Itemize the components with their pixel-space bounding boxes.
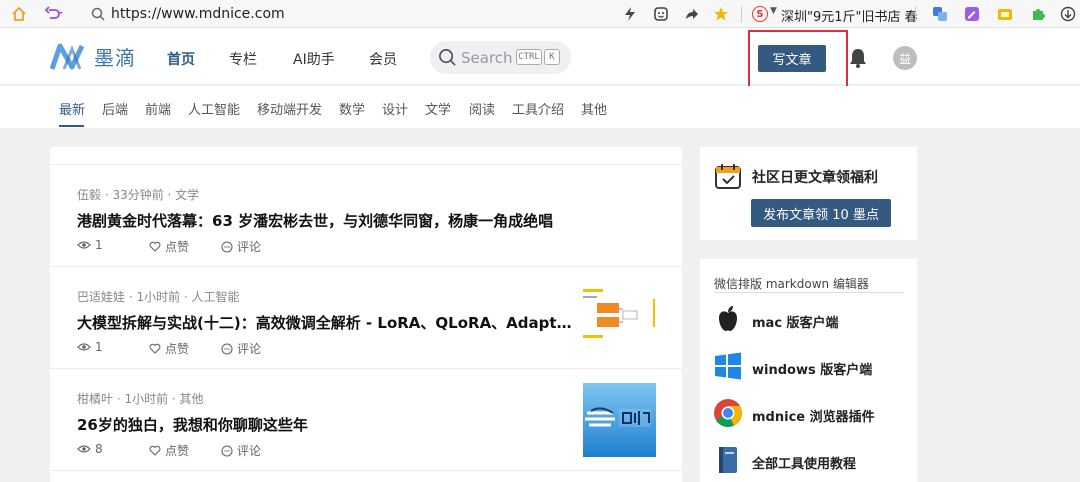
view-count: 8	[77, 442, 103, 456]
nav-columns[interactable]: 专栏	[229, 49, 257, 69]
heart-icon	[149, 241, 161, 252]
daily-post-promo: 社区日更文章领福利 发布文章领 10 墨点	[700, 147, 917, 240]
puzzle-icon[interactable]	[1028, 4, 1048, 24]
tool-mac-client[interactable]: mac 版客户端	[712, 303, 912, 337]
comment-button[interactable]: 评论	[221, 442, 261, 459]
kbd-ctrl: CTRL	[516, 49, 542, 65]
article-thumbnail[interactable]	[583, 281, 656, 355]
kbd-k: K	[544, 49, 560, 65]
toolbar-divider	[741, 6, 742, 22]
windows-icon	[712, 350, 744, 382]
eye-icon	[77, 343, 91, 351]
chevron-down-icon[interactable]: ▼	[770, 6, 777, 16]
category-tab[interactable]: 前端	[145, 99, 171, 118]
eye-icon	[77, 241, 91, 249]
publish-reward-button[interactable]: 发布文章领 10 墨点	[751, 199, 891, 227]
tool-browser-plugin[interactable]: mdnice 浏览器插件	[712, 397, 912, 431]
search-icon	[88, 4, 108, 24]
tool-windows-client[interactable]: windows 版客户端	[712, 350, 912, 384]
book-icon	[712, 444, 744, 476]
category-tab[interactable]: 工具介绍	[512, 99, 564, 118]
site-search[interactable]: Search CTRL K	[430, 41, 571, 74]
browser-toolbar: https://www.mdnice.com S ▼ 深圳"9元1斤"旧书店 春	[0, 0, 1080, 28]
logo-text: 墨滴	[94, 46, 136, 70]
category-tab[interactable]: 数学	[339, 99, 365, 118]
article-list: 伍毅 · 33分钟前 · 文学 港剧黄金时代落幕：63 岁潘宏彬去世，与刘德华同…	[50, 147, 682, 482]
tool-label: 全部工具使用教程	[752, 457, 857, 472]
tool-label: mdnice 浏览器插件	[752, 410, 875, 425]
category-bar: 最新 后端 前端 人工智能 移动端开发 数学 设计 文学 阅读 工具介绍 其他	[0, 86, 1080, 128]
comment-button[interactable]: 评论	[221, 238, 261, 255]
write-article-button[interactable]: 写文章	[758, 45, 826, 72]
heart-icon	[149, 445, 161, 456]
star-icon[interactable]	[711, 4, 731, 24]
like-button[interactable]: 点赞	[149, 442, 189, 459]
undo-icon[interactable]	[44, 4, 64, 24]
nav-home[interactable]: 首页	[167, 49, 195, 69]
article-title[interactable]: 26岁的独白，我想和你聊聊这些年	[77, 414, 577, 435]
divider	[714, 292, 904, 293]
promo-title: 社区日更文章领福利	[752, 170, 878, 186]
translate-icon[interactable]	[930, 4, 950, 24]
category-tab[interactable]: 设计	[382, 99, 408, 118]
like-button[interactable]: 点赞	[149, 340, 189, 357]
comment-icon	[221, 342, 233, 355]
nav-membership[interactable]: 会员	[369, 49, 397, 69]
edit-extension-icon[interactable]	[962, 4, 982, 24]
tools-title: 微信排版 markdown 编辑器	[714, 277, 869, 291]
tool-tutorial[interactable]: 全部工具使用教程	[712, 444, 912, 478]
category-tab[interactable]: 其他	[581, 99, 607, 118]
category-tab[interactable]: 后端	[102, 99, 128, 118]
logo-icon	[50, 43, 85, 70]
heart-icon	[149, 343, 161, 354]
category-tab[interactable]: 最新	[59, 99, 85, 118]
article-title[interactable]: 大模型拆解与实战(十二)：高效微调全解析 - LoRA、QLoRA、Adapte…	[77, 312, 577, 333]
calendar-icon	[715, 164, 741, 189]
article-thumbnail[interactable]	[583, 383, 656, 457]
toolbar-divider	[915, 6, 916, 22]
logo[interactable]: 墨滴	[50, 42, 136, 71]
category-tab[interactable]: 阅读	[469, 99, 495, 118]
view-count: 1	[77, 238, 103, 252]
article-item[interactable]: 伍毅 · 33分钟前 · 文学 港剧黄金时代落幕：63 岁潘宏彬去世，与刘德华同…	[50, 165, 682, 267]
apple-icon	[712, 303, 744, 335]
article-meta: 巴适娃娃 · 1小时前 · 人工智能	[77, 290, 240, 304]
search-icon	[439, 49, 456, 66]
folder-icon[interactable]	[995, 4, 1015, 24]
download-icon[interactable]	[1058, 4, 1078, 24]
tools-card: 微信排版 markdown 编辑器 mac 版客户端 windows 版客户端 …	[700, 259, 917, 482]
bell-icon[interactable]	[848, 47, 868, 69]
article-meta: 伍毅 · 33分钟前 · 文学	[77, 188, 200, 202]
eye-icon	[77, 445, 91, 453]
chrome-icon	[712, 397, 744, 429]
view-count: 1	[77, 340, 103, 354]
url-bar[interactable]: https://www.mdnice.com	[111, 6, 285, 22]
category-tab[interactable]: 移动端开发	[257, 99, 322, 118]
like-button[interactable]: 点赞	[149, 238, 189, 255]
lightning-icon[interactable]	[620, 4, 640, 24]
article-meta: 柑橘叶 · 1小时前 · 其他	[77, 392, 204, 406]
sogou-icon[interactable]: S	[752, 6, 768, 22]
share-icon[interactable]	[681, 4, 701, 24]
comment-icon	[221, 240, 233, 253]
comment-icon	[221, 444, 233, 457]
comment-button[interactable]: 评论	[221, 340, 261, 357]
active-tab-indicator	[59, 125, 84, 127]
tool-label: windows 版客户端	[752, 363, 873, 378]
category-tab[interactable]: 文学	[425, 99, 451, 118]
search-placeholder: Search	[461, 49, 513, 67]
avatar[interactable]: 益	[893, 46, 917, 70]
hot-search-text[interactable]: 深圳"9元1斤"旧书店 春	[781, 6, 918, 25]
tool-label: mac 版客户端	[752, 316, 839, 331]
article-item[interactable]: 巴适娃娃 · 1小时前 · 人工智能 大模型拆解与实战(十二)：高效微调全解析 …	[50, 267, 682, 369]
home-icon[interactable]	[9, 4, 29, 24]
article-title[interactable]: 港剧黄金时代落幕：63 岁潘宏彬去世，与刘德华同窗，杨康一角成绝唱	[77, 210, 667, 231]
screenshot-icon[interactable]	[651, 4, 671, 24]
article-item[interactable]: 柑橘叶 · 1小时前 · 其他 26岁的独白，我想和你聊聊这些年 8 点赞 评论	[50, 369, 682, 471]
nav-ai-assistant[interactable]: AI助手	[293, 49, 335, 69]
category-tab[interactable]: 人工智能	[188, 99, 240, 118]
